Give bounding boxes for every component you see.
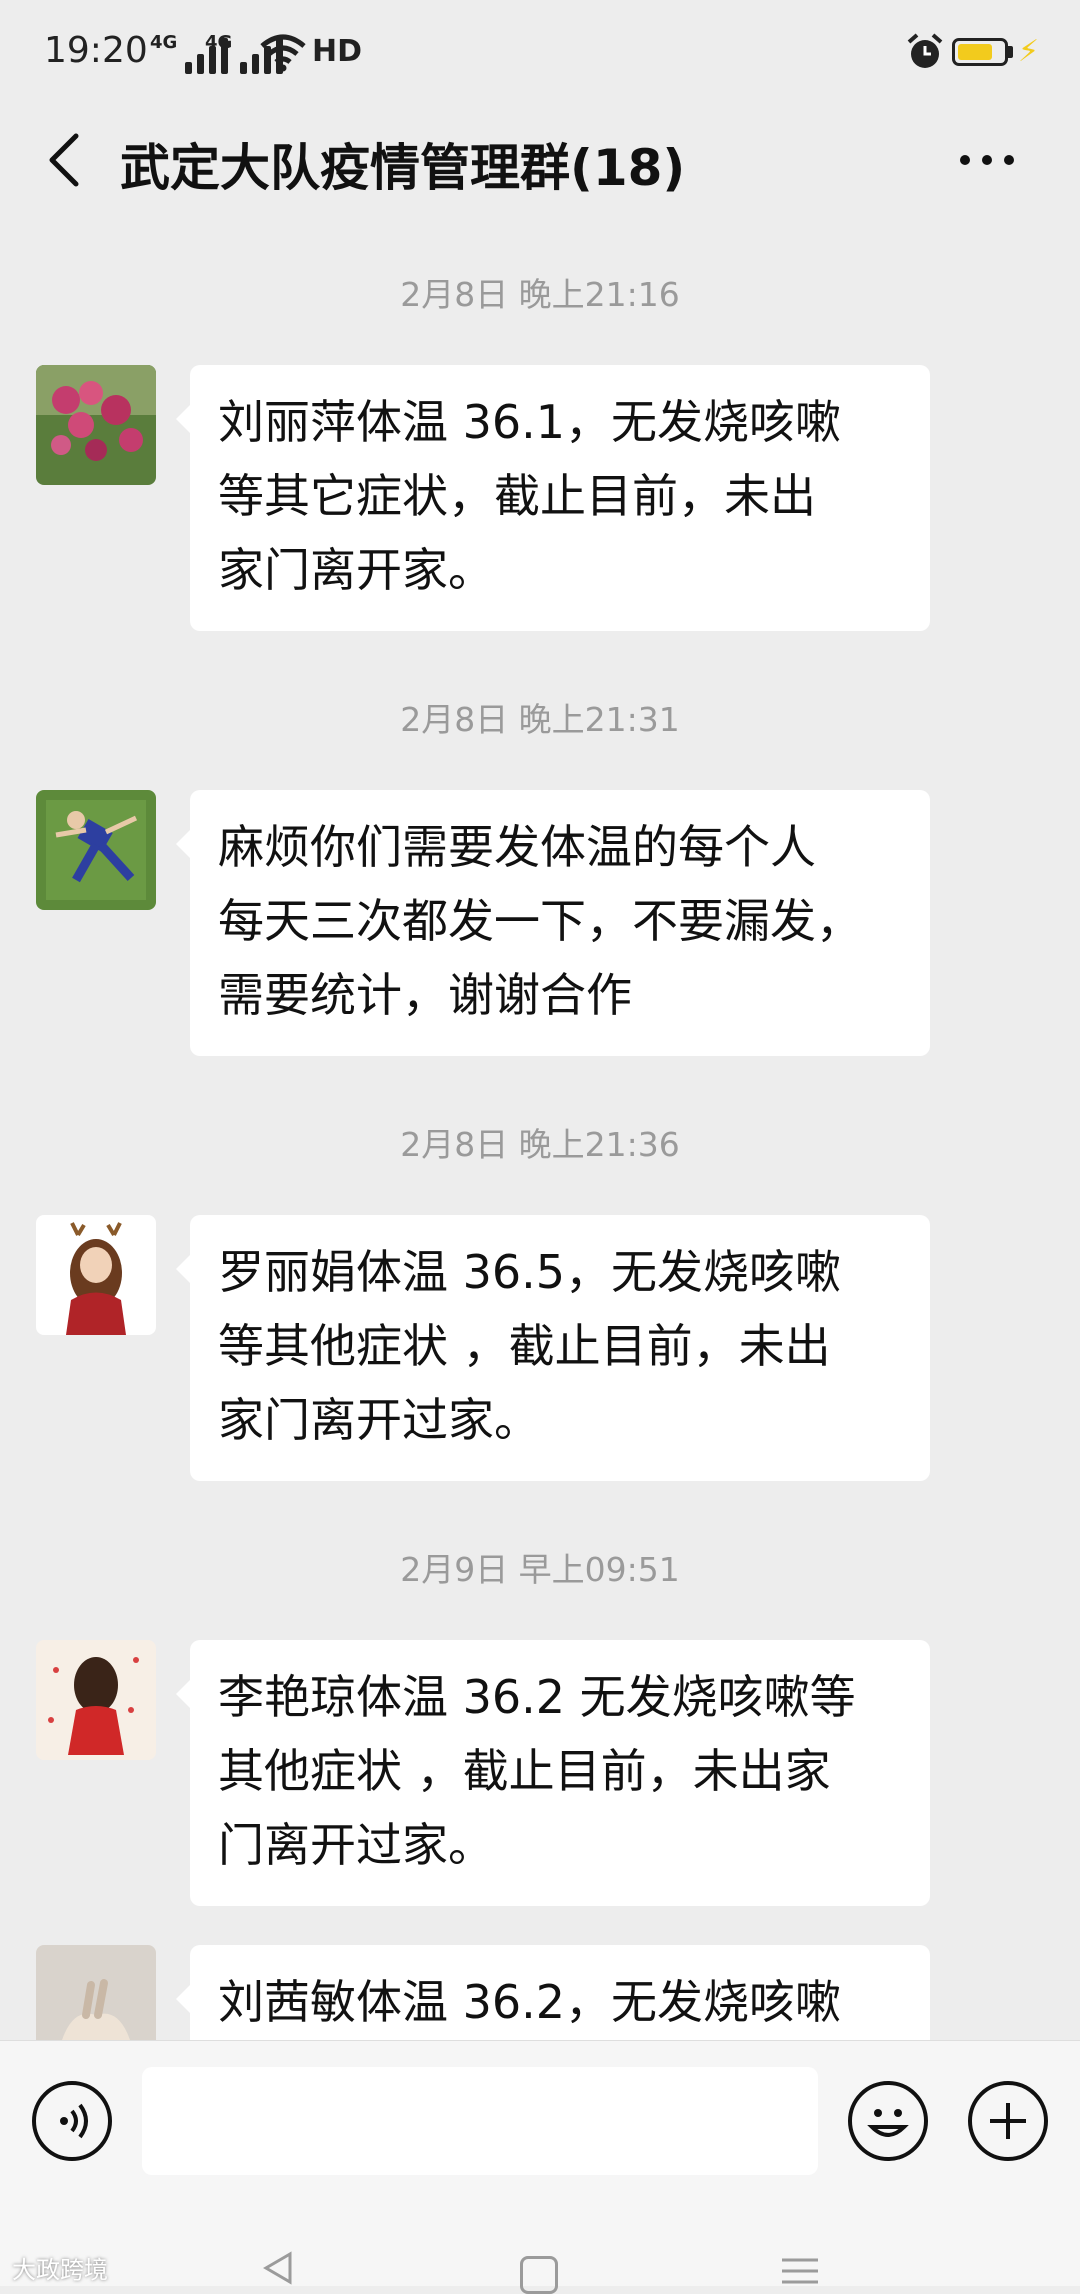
nav-home-icon[interactable] (520, 2256, 558, 2294)
girl-red-dress-avatar[interactable] (36, 1640, 156, 1760)
network-label-1: 4G (150, 32, 178, 53)
network-label-2: 4G (205, 32, 233, 53)
message-line: 家门离开家。 (218, 543, 494, 597)
message-bubble[interactable]: 麻烦你们需要发体温的每个人 每天三次都发一下，不要漏发， 需要统计，谢谢合作 (176, 790, 930, 1056)
message-line: 麻烦你们需要发体温的每个人 (218, 820, 816, 874)
message-line: 刘茜敏体温 36.2，无发烧咳嗽 (218, 1975, 842, 2029)
message-timestamp: 2月8日 晚上21:31 (400, 700, 680, 739)
message-line: 其他症状 ，截止目前，未出家 (218, 1744, 831, 1798)
message-timestamp: 2月9日 早上09:51 (400, 1550, 680, 1589)
chat-title: 武定大队疫情管理群(18) (120, 139, 686, 197)
hand-avatar[interactable] (36, 1945, 156, 2040)
more-dots-icon[interactable] (960, 140, 1030, 180)
flower-avatar[interactable] (36, 365, 156, 485)
person-on-grass-avatar[interactable] (36, 790, 156, 910)
message-line: 需要统计，谢谢合作 (218, 968, 632, 1022)
message-line: 每天三次都发一下，不要漏发， (218, 894, 862, 948)
charging-bolt-icon: ⚡ (1018, 34, 1040, 69)
girl-with-antlers-avatar[interactable] (36, 1215, 156, 1335)
message-bubble[interactable]: 刘丽萍体温 36.1，无发烧咳嗽 等其它症状，截止目前，未出 家门离开家。 (176, 365, 930, 631)
message-line: 罗丽娟体温 36.5，无发烧咳嗽 (218, 1245, 842, 1299)
nav-back-icon[interactable] (258, 2248, 298, 2288)
message-bubble[interactable]: 李艳琼体温 36.2 无发烧咳嗽等 其他症状 ，截止目前，未出家 门离开过家。 (176, 1640, 930, 1906)
battery-level (958, 44, 992, 60)
message-line: 等其它症状，截止目前，未出 (218, 469, 816, 523)
message-list[interactable]: 2月8日 晚上21:16 刘丽萍体温 36.1，无发烧咳嗽 等其它症状，截止目前… (0, 210, 1080, 2040)
voice-icon[interactable] (32, 2081, 112, 2161)
chevron-left-icon[interactable] (40, 130, 90, 190)
message-bubble[interactable]: 刘茜敏体温 36.2，无发烧咳嗽 (176, 1945, 930, 2040)
emoji-icon[interactable] (848, 2081, 928, 2161)
system-nav-bar: 大政跨境 (0, 2200, 1080, 2294)
battery-nub (1008, 46, 1013, 58)
message-line: 门离开过家。 (218, 1818, 494, 1872)
chat-header: 武定大队疫情管理群(18) (0, 110, 1080, 210)
input-bar (0, 2040, 1080, 2201)
message-line: 家门离开过家。 (218, 1393, 540, 1447)
watermark: 大政跨境 (12, 2256, 108, 2284)
message-timestamp: 2月8日 晚上21:16 (400, 275, 680, 314)
message-line: 等其他症状 ，截止目前，未出 (218, 1319, 831, 1373)
message-timestamp: 2月8日 晚上21:36 (400, 1125, 680, 1164)
alarm-clock-icon (907, 33, 943, 68)
status-time: 19:20 (44, 30, 148, 71)
hd-label: HD (312, 34, 363, 69)
message-input[interactable] (142, 2067, 818, 2175)
wifi-icon (260, 34, 306, 72)
message-line: 李艳琼体温 36.2 无发烧咳嗽等 (218, 1670, 856, 1724)
nav-menu-icon[interactable] (780, 2256, 820, 2286)
status-bar: 19:20 4G 4G HD ⚡ (0, 0, 1080, 110)
voice-wave-icon (60, 2103, 88, 2139)
plus-sign-icon (990, 2103, 1026, 2139)
smiley-face-icon (867, 2109, 909, 2137)
battery-icon (952, 38, 1008, 66)
message-line: 刘丽萍体温 36.1，无发烧咳嗽 (218, 395, 842, 449)
plus-icon[interactable] (968, 2081, 1048, 2161)
message-bubble[interactable]: 罗丽娟体温 36.5，无发烧咳嗽 等其他症状 ，截止目前，未出 家门离开过家。 (176, 1215, 930, 1481)
